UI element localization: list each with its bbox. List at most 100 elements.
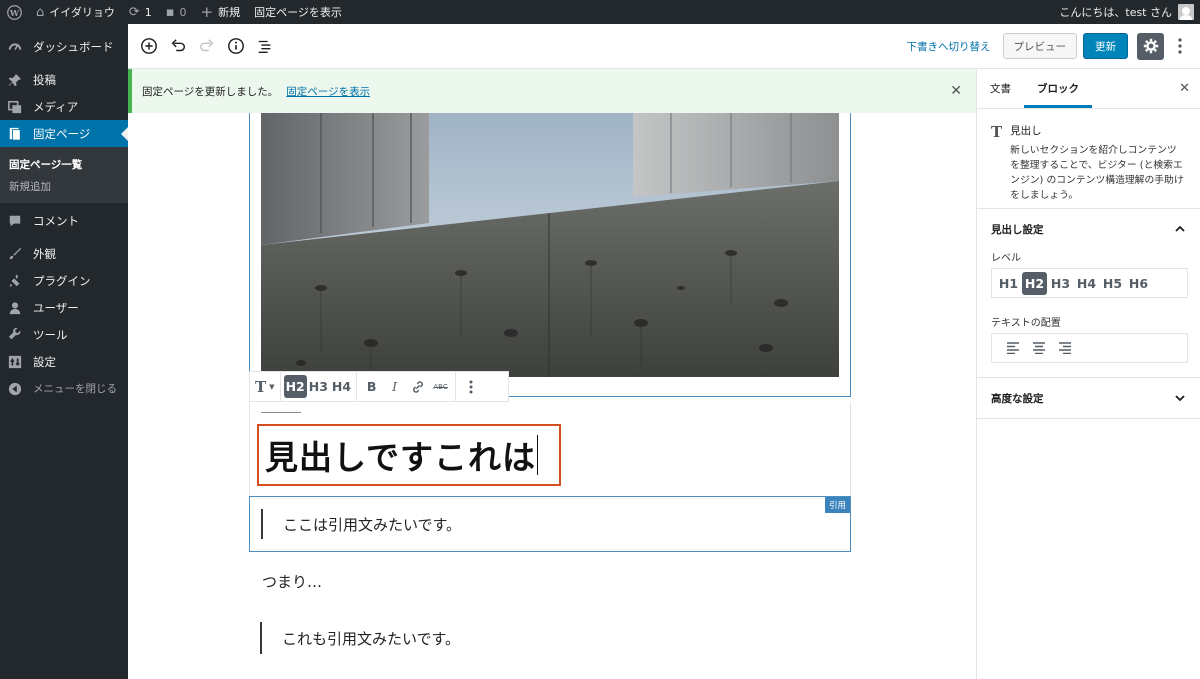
heading-text[interactable]: 見出しですこれは xyxy=(265,431,536,479)
link-button[interactable] xyxy=(406,375,429,398)
menu-label: 設定 xyxy=(33,354,56,369)
align-right-button[interactable] xyxy=(1052,337,1078,360)
brush-icon xyxy=(7,246,23,262)
menu-item-plugins[interactable]: プラグイン xyxy=(0,267,128,294)
italic-button[interactable]: I xyxy=(383,375,406,398)
menu-item-tools[interactable]: ツール xyxy=(0,321,128,348)
pages-submenu: 固定ページ一覧 新規追加 xyxy=(0,147,128,203)
update-notice: 固定ページを更新しました。 固定ページを表示 ✕ xyxy=(128,69,976,113)
media-icon xyxy=(7,99,23,115)
chevron-up-icon xyxy=(1175,225,1185,232)
level-h6-button[interactable]: H6 xyxy=(1126,272,1151,295)
menu-label: 固定ページ xyxy=(33,126,91,141)
menu-item-appearance[interactable]: 外観 xyxy=(0,240,128,267)
quote-block-2[interactable]: これも引用文みたいです。 xyxy=(260,622,780,654)
settings-toggle-button[interactable] xyxy=(1137,32,1164,60)
comments-count: 0 xyxy=(179,5,187,19)
comment-bubble-icon: ▪ xyxy=(165,4,175,20)
advanced-settings-toggle[interactable]: 高度な設定 xyxy=(977,378,1200,418)
menu-label: メディア xyxy=(33,99,79,114)
my-account-link[interactable]: こんにちは、test さん xyxy=(1052,0,1200,24)
bold-button[interactable]: B xyxy=(360,375,383,398)
collapse-menu-button[interactable]: メニューを閉じる xyxy=(0,375,128,402)
content-info-button[interactable] xyxy=(221,32,250,61)
new-content-link[interactable]: + 新規 xyxy=(194,0,248,24)
admin-menu: ダッシュボード 投稿 メディア 固定ページ 固定ページ一覧 新規追加 コメント … xyxy=(0,24,128,679)
block-navigation-button[interactable] xyxy=(250,32,279,61)
quote-bar xyxy=(260,622,262,654)
level-h3-button[interactable]: H3 xyxy=(1048,272,1073,295)
dashboard-icon xyxy=(7,39,23,55)
vertical-ellipsis-icon xyxy=(1178,38,1182,54)
image-block[interactable] xyxy=(249,113,851,397)
alignment-label: テキストの配置 xyxy=(991,318,1061,329)
menu-item-dashboard[interactable]: ダッシュボード xyxy=(0,33,128,60)
redo-button[interactable] xyxy=(192,32,221,61)
panel-title: 高度な設定 xyxy=(991,392,1044,405)
menu-item-settings[interactable]: 設定 xyxy=(0,348,128,375)
update-button[interactable]: 更新 xyxy=(1083,33,1128,59)
level-h1-button[interactable]: H1 xyxy=(996,272,1021,295)
strikethrough-button[interactable]: ABC xyxy=(429,375,452,398)
align-center-button[interactable] xyxy=(1026,337,1052,360)
view-page-link[interactable]: 固定ページを表示 xyxy=(247,0,349,24)
quote-text[interactable]: ここは引用文みたいです。 xyxy=(283,514,461,535)
heading-settings-toggle[interactable]: 見出し設定 xyxy=(977,209,1200,249)
menu-item-users[interactable]: ユーザー xyxy=(0,294,128,321)
add-block-button[interactable] xyxy=(134,32,163,61)
redo-icon xyxy=(199,39,213,52)
toolbar-heading-level-h3[interactable]: H3 xyxy=(307,375,330,398)
heading-highlight-box[interactable]: 見出しですこれは xyxy=(257,424,561,486)
collapse-arrow-icon xyxy=(7,381,23,397)
level-h5-button[interactable]: H5 xyxy=(1100,272,1125,295)
heading-level-group: H1 H2 H3 H4 H5 H6 xyxy=(991,268,1188,298)
more-options-button[interactable] xyxy=(1168,33,1192,60)
menu-item-media[interactable]: メディア xyxy=(0,93,128,120)
align-left-button[interactable] xyxy=(1000,337,1026,360)
submenu-add-new[interactable]: 新規追加 xyxy=(0,175,128,197)
wrench-icon xyxy=(7,327,23,343)
paragraph-block[interactable]: つまり… xyxy=(262,571,322,592)
greeting: こんにちは、test さん xyxy=(1059,6,1172,19)
block-more-options-button[interactable] xyxy=(459,375,482,398)
editor-content: 固定ページを更新しました。 固定ページを表示 ✕ T ▼ H2 H3 H4 B … xyxy=(128,69,976,679)
tab-block[interactable]: ブロック xyxy=(1024,69,1092,108)
avatar xyxy=(1178,4,1194,20)
wordpress-logo-icon[interactable]: W xyxy=(0,0,29,24)
list-outline-icon xyxy=(258,40,270,53)
tab-document[interactable]: 文書 xyxy=(977,69,1024,108)
level-h2-button[interactable]: H2 xyxy=(1022,271,1047,295)
menu-item-pages[interactable]: 固定ページ xyxy=(0,120,128,147)
block-type-switcher[interactable]: T ▼ xyxy=(253,375,277,398)
menu-item-posts[interactable]: 投稿 xyxy=(0,66,128,93)
heading-block[interactable]: 見出しですこれは xyxy=(249,402,851,496)
view-page-label: 固定ページを表示 xyxy=(254,6,342,19)
heading-block-icon: T xyxy=(991,123,1003,141)
switch-to-draft-link[interactable]: 下書きへ切り替え xyxy=(907,39,991,54)
menu-item-comments[interactable]: コメント xyxy=(0,207,128,234)
align-right-icon xyxy=(1059,342,1071,354)
quote-block[interactable]: ここは引用文みたいです。 引用 xyxy=(249,496,851,552)
svg-text:W: W xyxy=(9,7,20,17)
toolbar-heading-level-h4[interactable]: H4 xyxy=(330,375,353,398)
undo-button[interactable] xyxy=(163,32,192,61)
notice-close-icon[interactable]: ✕ xyxy=(950,83,962,99)
site-name-link[interactable]: ⌂ イイダリョウ xyxy=(29,0,122,24)
link-icon xyxy=(412,380,423,393)
preview-button[interactable]: プレビュー xyxy=(1002,33,1077,59)
notice-view-page-link[interactable]: 固定ページを表示 xyxy=(286,84,370,99)
refresh-icon: ⟳ xyxy=(128,4,140,20)
level-h4-button[interactable]: H4 xyxy=(1074,272,1099,295)
menu-label: ユーザー xyxy=(33,300,79,315)
editor-header: 下書きへ切り替え プレビュー 更新 xyxy=(128,24,1200,69)
quote-text[interactable]: これも引用文みたいです。 xyxy=(282,628,460,649)
updates-link[interactable]: ⟳ 1 xyxy=(122,0,159,24)
close-icon[interactable]: ✕ xyxy=(1179,81,1190,96)
comments-link[interactable]: ▪ 0 xyxy=(159,0,194,24)
submenu-all-pages[interactable]: 固定ページ一覧 xyxy=(0,153,128,175)
info-icon xyxy=(227,38,244,54)
toolbar-heading-level-h2[interactable]: H2 xyxy=(283,375,307,398)
text-alignment-group xyxy=(991,333,1188,363)
block-card: T 見出し 新しいセクションを紹介しコンテンツを整理することで、ビジター (と検… xyxy=(977,109,1200,209)
menu-label: 外観 xyxy=(33,246,56,261)
